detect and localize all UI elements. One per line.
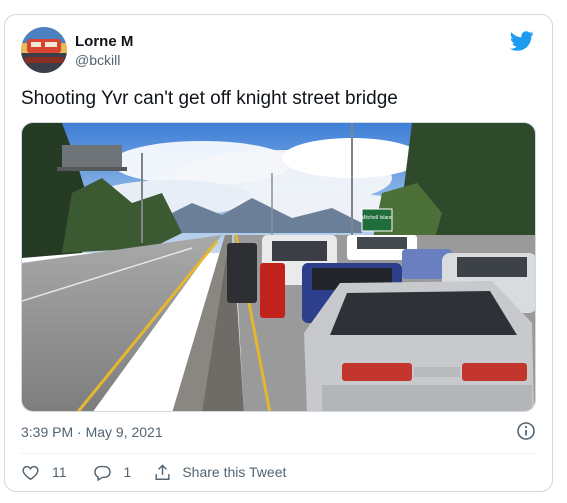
reply-count: 1 (123, 464, 132, 480)
share-icon (155, 463, 170, 480)
tweet-card[interactable]: Lorne M @bckill Shooting Yvr can't get o… (4, 14, 553, 492)
reply-button[interactable]: 1 (93, 463, 132, 482)
tweet-timestamp[interactable]: 3:39 PM · May 9, 2021 (21, 423, 163, 441)
author-handle[interactable]: @bckill (75, 51, 133, 69)
like-count: 11 (52, 464, 67, 480)
author-name[interactable]: Lorne M (75, 33, 133, 51)
avatar[interactable] (21, 27, 67, 73)
tweet-actions: 11 1 Share this Tweet (21, 461, 286, 483)
road-sign-text: Mitchell Island (361, 215, 393, 221)
info-icon[interactable] (516, 421, 536, 441)
twitter-logo-icon[interactable] (509, 29, 534, 53)
like-button[interactable]: 11 (21, 463, 67, 482)
reply-icon (93, 465, 111, 481)
share-button[interactable]: Share this Tweet (153, 463, 286, 482)
share-label: Share this Tweet (182, 464, 287, 480)
author-info: Lorne M @bckill (75, 33, 133, 69)
tweet-text: Shooting Yvr can't get off knight street… (21, 88, 398, 109)
tweet-photo[interactable]: Mitchell Island (21, 122, 536, 412)
heart-icon (22, 465, 39, 480)
divider (21, 453, 536, 454)
